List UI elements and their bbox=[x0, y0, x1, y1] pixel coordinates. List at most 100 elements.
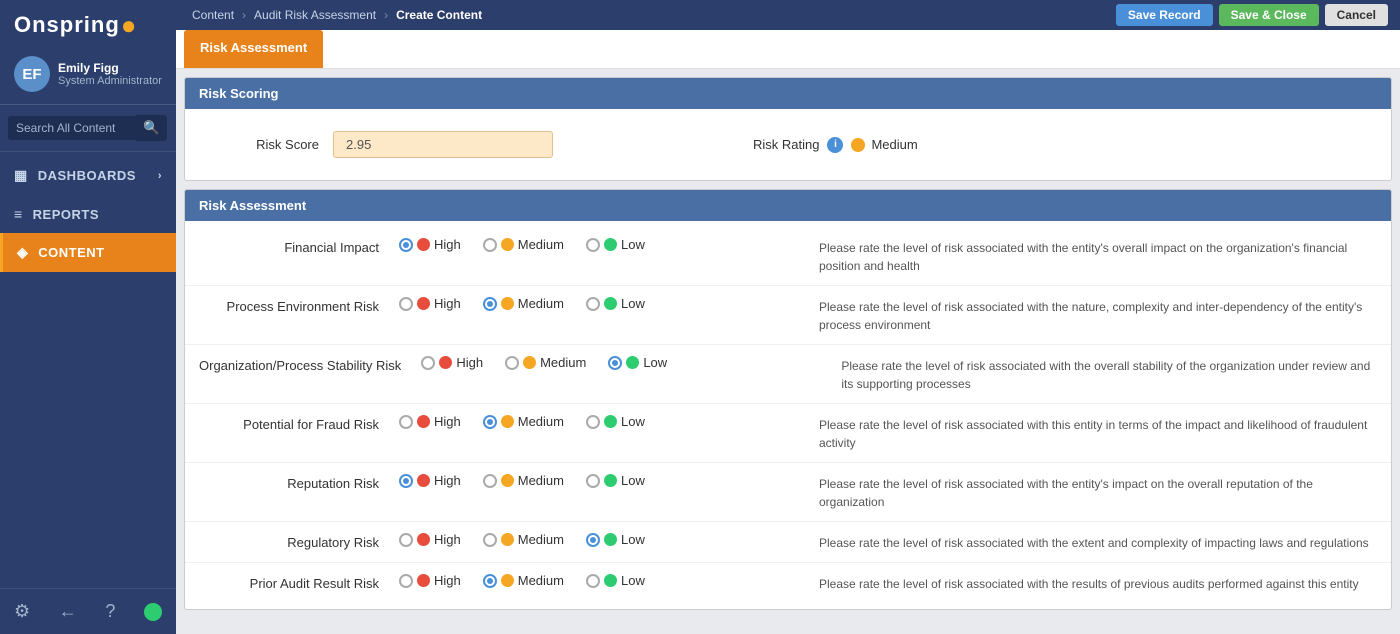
radio-input-high[interactable] bbox=[399, 533, 413, 547]
radio-input-medium[interactable] bbox=[483, 574, 497, 588]
risk-row-options: High Medium Low bbox=[399, 237, 819, 252]
radio-input-medium[interactable] bbox=[483, 415, 497, 429]
logo-dot: ● bbox=[121, 12, 137, 38]
radio-medium[interactable]: Medium bbox=[483, 573, 564, 588]
radio-low[interactable]: Low bbox=[586, 237, 645, 252]
search-button[interactable]: 🔍 bbox=[136, 115, 167, 141]
risk-row-options: High Medium Low bbox=[421, 355, 841, 370]
rating-dot bbox=[851, 138, 865, 152]
radio-medium[interactable]: Medium bbox=[505, 355, 586, 370]
info-icon[interactable]: i bbox=[827, 137, 843, 153]
risk-row-label: Organization/Process Stability Risk bbox=[199, 355, 421, 375]
radio-input-medium[interactable] bbox=[483, 533, 497, 547]
risk-scoring-header: Risk Scoring bbox=[185, 78, 1391, 109]
radio-high[interactable]: High bbox=[399, 237, 461, 252]
radio-input-medium[interactable] bbox=[483, 297, 497, 311]
breadcrumb-part2: Audit Risk Assessment bbox=[254, 8, 376, 22]
low-label: Low bbox=[621, 532, 645, 547]
save-record-button[interactable]: Save Record bbox=[1116, 4, 1213, 26]
radio-high[interactable]: High bbox=[399, 296, 461, 311]
radio-medium[interactable]: Medium bbox=[483, 296, 564, 311]
low-dot bbox=[604, 533, 617, 546]
radio-input-low[interactable] bbox=[608, 356, 622, 370]
radio-input-low[interactable] bbox=[586, 474, 600, 488]
low-dot bbox=[604, 297, 617, 310]
low-dot bbox=[604, 474, 617, 487]
radio-low[interactable]: Low bbox=[586, 414, 645, 429]
reports-icon: ≡ bbox=[14, 206, 23, 222]
radio-input-high[interactable] bbox=[399, 297, 413, 311]
risk-row-label: Reputation Risk bbox=[199, 473, 399, 493]
radio-input-high[interactable] bbox=[399, 238, 413, 252]
settings-icon[interactable]: ⚙ bbox=[14, 601, 30, 622]
user-profile[interactable]: EF Emily Figg System Administrator bbox=[0, 48, 176, 105]
radio-input-high[interactable] bbox=[399, 574, 413, 588]
high-label: High bbox=[434, 237, 461, 252]
sidebar: Onspring● EF Emily Figg System Administr… bbox=[0, 0, 176, 634]
radio-input-medium[interactable] bbox=[483, 238, 497, 252]
risk-row-label: Financial Impact bbox=[199, 237, 399, 257]
sidebar-item-content[interactable]: ◈ CONTENT bbox=[0, 233, 176, 272]
high-dot bbox=[417, 415, 430, 428]
radio-medium[interactable]: Medium bbox=[483, 473, 564, 488]
radio-low[interactable]: Low bbox=[586, 296, 645, 311]
radio-input-low[interactable] bbox=[586, 533, 600, 547]
radio-input-high[interactable] bbox=[421, 356, 435, 370]
radio-input-medium[interactable] bbox=[505, 356, 519, 370]
radio-low[interactable]: Low bbox=[586, 532, 645, 547]
search-input[interactable] bbox=[8, 116, 138, 140]
main-content: Content › Audit Risk Assessment › Create… bbox=[176, 0, 1400, 634]
user-name: Emily Figg bbox=[58, 61, 162, 75]
breadcrumb-sep2: › bbox=[384, 8, 388, 22]
radio-high[interactable]: High bbox=[421, 355, 483, 370]
radio-low[interactable]: Low bbox=[586, 473, 645, 488]
radio-medium[interactable]: Medium bbox=[483, 237, 564, 252]
risk-row-label: Potential for Fraud Risk bbox=[199, 414, 399, 434]
risk-row-description: Please rate the level of risk associated… bbox=[841, 355, 1377, 393]
high-dot bbox=[417, 574, 430, 587]
low-label: Low bbox=[621, 237, 645, 252]
radio-input-low[interactable] bbox=[586, 415, 600, 429]
risk-row: Reputation Risk High Medium Low Please r… bbox=[185, 463, 1391, 522]
radio-input-low[interactable] bbox=[586, 574, 600, 588]
low-label: Low bbox=[621, 296, 645, 311]
back-icon[interactable]: ← bbox=[59, 601, 77, 622]
risk-row: Financial Impact High Medium Low Please … bbox=[185, 227, 1391, 286]
risk-row: Prior Audit Result Risk High Medium Low … bbox=[185, 563, 1391, 603]
risk-row-options: High Medium Low bbox=[399, 532, 819, 547]
low-dot bbox=[604, 574, 617, 587]
tab-risk-assessment[interactable]: Risk Assessment bbox=[184, 30, 323, 68]
risk-scoring-body: Risk Score 2.95 Risk Rating i Medium bbox=[185, 109, 1391, 180]
high-dot bbox=[417, 533, 430, 546]
low-label: Low bbox=[621, 573, 645, 588]
save-close-button[interactable]: Save & Close bbox=[1219, 4, 1319, 26]
topbar: Content › Audit Risk Assessment › Create… bbox=[176, 0, 1400, 30]
radio-low[interactable]: Low bbox=[586, 573, 645, 588]
radio-medium[interactable]: Medium bbox=[483, 532, 564, 547]
risk-row-label: Process Environment Risk bbox=[199, 296, 399, 316]
medium-label: Medium bbox=[518, 532, 564, 547]
sidebar-item-reports[interactable]: ≡ REPORTS bbox=[0, 195, 176, 233]
breadcrumb-sep1: › bbox=[242, 8, 246, 22]
radio-medium[interactable]: Medium bbox=[483, 414, 564, 429]
sidebar-item-dashboards[interactable]: ▦ DASHBOARDS › bbox=[0, 156, 176, 195]
risk-rows-container: Financial Impact High Medium Low Please … bbox=[185, 227, 1391, 603]
sidebar-bottom: ⚙ ← ? bbox=[0, 588, 176, 634]
help-icon[interactable]: ? bbox=[105, 601, 115, 622]
radio-input-low[interactable] bbox=[586, 297, 600, 311]
high-label: High bbox=[434, 473, 461, 488]
radio-high[interactable]: High bbox=[399, 532, 461, 547]
sidebar-nav: ▦ DASHBOARDS › ≡ REPORTS ◈ CONTENT bbox=[0, 152, 176, 588]
risk-row-options: High Medium Low bbox=[399, 573, 819, 588]
radio-input-high[interactable] bbox=[399, 474, 413, 488]
radio-input-medium[interactable] bbox=[483, 474, 497, 488]
radio-input-high[interactable] bbox=[399, 415, 413, 429]
radio-high[interactable]: High bbox=[399, 473, 461, 488]
radio-high[interactable]: High bbox=[399, 573, 461, 588]
radio-high[interactable]: High bbox=[399, 414, 461, 429]
radio-input-low[interactable] bbox=[586, 238, 600, 252]
cancel-button[interactable]: Cancel bbox=[1325, 4, 1388, 26]
risk-assessment-body: Financial Impact High Medium Low Please … bbox=[185, 221, 1391, 609]
logo-text: Onspring bbox=[14, 12, 120, 38]
radio-low[interactable]: Low bbox=[608, 355, 667, 370]
